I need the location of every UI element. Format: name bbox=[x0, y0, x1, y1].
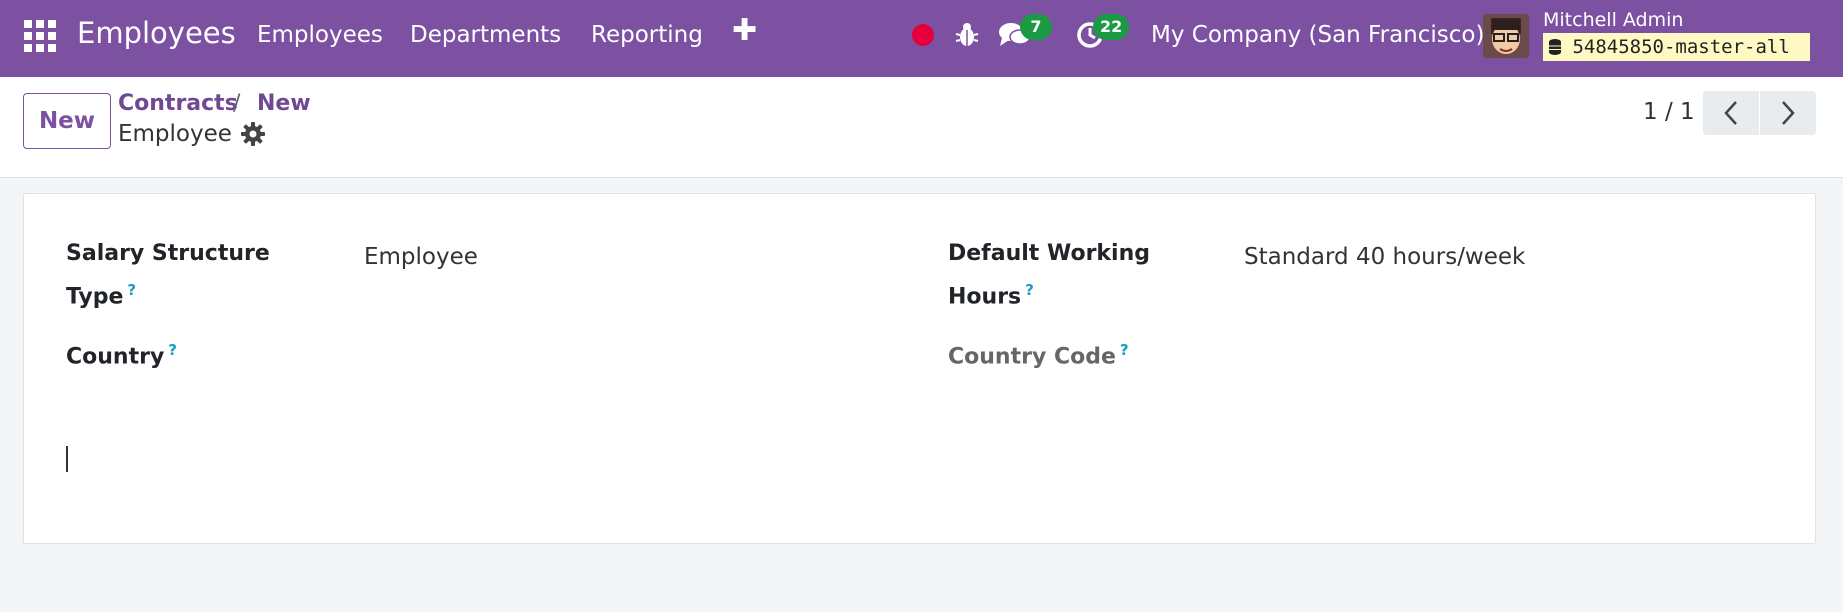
salary-structure-type-field[interactable]: Employee bbox=[364, 239, 478, 275]
messages-count-badge: 7 bbox=[1020, 14, 1052, 40]
label-text: Type bbox=[66, 284, 124, 310]
menu-employees[interactable]: Employees bbox=[257, 22, 383, 48]
breadcrumb-separator: / bbox=[233, 91, 241, 116]
label-text: Hours bbox=[948, 284, 1022, 310]
country-field[interactable] bbox=[364, 332, 884, 368]
apps-menu-icon[interactable] bbox=[24, 20, 56, 52]
breadcrumb-new[interactable]: New bbox=[257, 91, 311, 116]
control-panel: New Contracts / New Employee 1 / 1 bbox=[0, 77, 1843, 178]
new-button[interactable]: New bbox=[23, 93, 111, 149]
activities-count-badge: 22 bbox=[1093, 14, 1130, 40]
country-label: Country? bbox=[66, 332, 177, 375]
default-working-hours-field[interactable]: Standard 40 hours/week bbox=[1244, 239, 1525, 275]
company-switcher[interactable]: My Company (San Francisco) bbox=[1151, 22, 1484, 48]
pager-next-button[interactable] bbox=[1760, 91, 1816, 135]
database-name: 54845850-master-all bbox=[1543, 33, 1810, 61]
record-title: Employee bbox=[118, 121, 232, 147]
chevron-left-icon bbox=[1724, 101, 1737, 125]
user-avatar[interactable] bbox=[1483, 14, 1529, 58]
top-navbar: Employees Employees Departments Reportin… bbox=[0, 0, 1843, 77]
label-text: Country bbox=[66, 344, 165, 370]
help-tooltip-icon[interactable]: ? bbox=[1120, 341, 1129, 359]
label-text: Salary Structure bbox=[66, 241, 270, 266]
label-text: Default Working bbox=[948, 241, 1151, 266]
user-name[interactable]: Mitchell Admin bbox=[1543, 9, 1683, 31]
app-title[interactable]: Employees bbox=[77, 16, 236, 50]
form-sheet: Salary Structure Type? Employee Default … bbox=[23, 193, 1816, 544]
menu-reporting[interactable]: Reporting bbox=[591, 22, 703, 48]
pager-value[interactable]: 1 / 1 bbox=[1643, 99, 1695, 125]
default-working-hours-label: Default Working Hours? bbox=[948, 236, 1150, 315]
plus-icon[interactable]: ✚ bbox=[732, 16, 757, 46]
help-tooltip-icon[interactable]: ? bbox=[127, 281, 136, 299]
help-tooltip-icon[interactable]: ? bbox=[1025, 281, 1034, 299]
gear-icon[interactable] bbox=[241, 122, 265, 146]
help-tooltip-icon[interactable]: ? bbox=[168, 341, 177, 359]
country-code-field bbox=[1244, 332, 1764, 368]
salary-structure-type-label: Salary Structure Type? bbox=[66, 236, 270, 315]
label-text: Country Code bbox=[948, 344, 1116, 370]
pager-previous-button[interactable] bbox=[1703, 91, 1759, 135]
text-cursor[interactable] bbox=[66, 446, 68, 472]
record-indicator-icon[interactable] bbox=[912, 24, 934, 46]
bug-icon[interactable] bbox=[955, 22, 979, 48]
breadcrumb-contracts[interactable]: Contracts bbox=[118, 91, 238, 116]
chevron-right-icon bbox=[1782, 101, 1795, 125]
country-code-label: Country Code? bbox=[948, 332, 1129, 375]
menu-departments[interactable]: Departments bbox=[410, 22, 561, 48]
database-label: 54845850-master-all bbox=[1572, 36, 1790, 58]
database-icon bbox=[1549, 39, 1561, 55]
